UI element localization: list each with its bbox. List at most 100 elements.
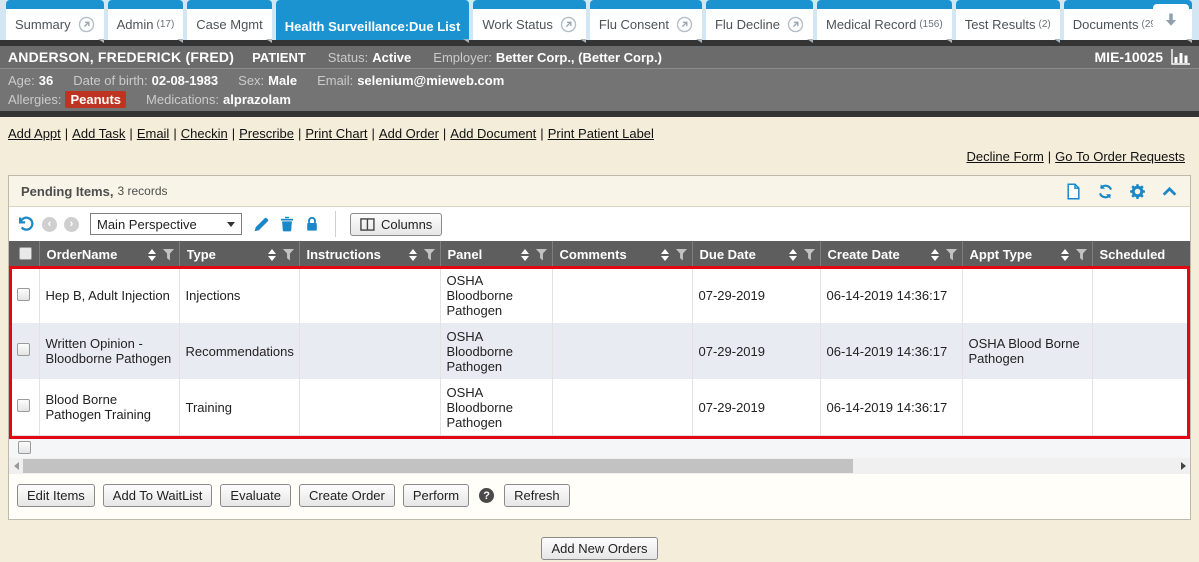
undo-icon[interactable]	[17, 215, 35, 233]
filter-funnel-icon[interactable]	[424, 249, 436, 261]
create-order-button[interactable]: Create Order	[299, 484, 395, 507]
link-add-appt[interactable]: Add Appt	[8, 126, 61, 141]
allergies-label: Allergies:	[8, 92, 61, 107]
popout-icon[interactable]	[787, 16, 804, 33]
filter-funnel-icon[interactable]	[676, 249, 688, 261]
columns-button[interactable]: Columns	[350, 213, 442, 236]
nav-forward-icon[interactable]: ›	[64, 217, 79, 232]
tab-case-mgmt[interactable]: Case Mgmt	[187, 0, 271, 40]
download-chart-button[interactable]	[1153, 4, 1189, 36]
scrollbar-track[interactable]	[23, 458, 1176, 474]
cell-scheduled	[1092, 268, 1190, 323]
panel-record-count: 3 records	[117, 184, 167, 198]
separator: |	[129, 126, 132, 141]
popout-icon[interactable]	[560, 16, 577, 33]
add-new-orders-button[interactable]: Add New Orders	[541, 537, 657, 560]
perspective-select[interactable]: Main Perspective	[90, 213, 242, 235]
link-add-task[interactable]: Add Task	[72, 126, 125, 141]
refresh-button[interactable]: Refresh	[504, 484, 570, 507]
refresh-icon[interactable]	[1097, 183, 1114, 200]
sort-icon[interactable]	[931, 249, 939, 261]
tab-test-results[interactable]: Test Results(2)	[956, 0, 1060, 40]
scrollbar-thumb[interactable]	[23, 459, 853, 473]
column-header: Appt Type	[970, 247, 1057, 262]
tab-work-status[interactable]: Work Status	[473, 0, 586, 40]
tab-admin[interactable]: Admin(17)	[108, 0, 184, 40]
sort-icon[interactable]	[268, 249, 276, 261]
tab-cap	[956, 0, 1060, 9]
table-row[interactable]: Written Opinion - Bloodborne Pathogen Re…	[9, 323, 1190, 379]
link-prescribe[interactable]: Prescribe	[239, 126, 294, 141]
select-all-checkbox[interactable]	[19, 247, 32, 260]
filter-funnel-icon[interactable]	[804, 249, 816, 261]
delete-trash-icon[interactable]	[279, 216, 295, 233]
scroll-left-arrow[interactable]	[9, 462, 23, 470]
link-go-to-order-requests[interactable]: Go To Order Requests	[1055, 149, 1185, 164]
tab-cap	[108, 0, 184, 9]
sort-icon[interactable]	[409, 249, 417, 261]
cell-due-date: 07-29-2019	[692, 379, 820, 435]
link-email[interactable]: Email	[137, 126, 170, 141]
popout-icon[interactable]	[78, 16, 95, 33]
age-label: Age:	[8, 73, 35, 88]
sort-icon[interactable]	[789, 249, 797, 261]
table-row[interactable]: Blood Borne Pathogen Training Training O…	[9, 379, 1190, 435]
columns-button-label: Columns	[381, 217, 432, 232]
cell-panel: OSHA Bloodborne Pathogen	[440, 379, 552, 435]
tab-flu-decline[interactable]: Flu Decline	[706, 0, 813, 40]
column-header: Type	[187, 247, 264, 262]
tab-label: Test Results	[965, 17, 1036, 32]
lock-icon[interactable]	[304, 216, 320, 233]
popout-icon[interactable]	[676, 16, 693, 33]
table-row[interactable]: Hep B, Adult Injection Injections OSHA B…	[9, 268, 1190, 323]
cell-appt-type	[962, 379, 1092, 435]
nav-back-icon[interactable]: ‹	[42, 217, 57, 232]
collapse-chevron-icon[interactable]	[1161, 183, 1178, 200]
link-add-order[interactable]: Add Order	[379, 126, 439, 141]
cell-order-name: Blood Borne Pathogen Training	[39, 379, 179, 435]
sort-icon[interactable]	[661, 249, 669, 261]
column-header: Due Date	[700, 247, 785, 262]
chart-id: MIE-10025	[1095, 49, 1163, 65]
edit-items-button[interactable]: Edit Items	[17, 484, 95, 507]
row-checkbox[interactable]	[17, 288, 30, 301]
footer-checkbox[interactable]	[18, 441, 31, 454]
sort-icon[interactable]	[521, 249, 529, 261]
scroll-right-arrow[interactable]	[1176, 462, 1190, 470]
sort-icon[interactable]	[1061, 249, 1069, 261]
allergy-badge[interactable]: Peanuts	[65, 91, 126, 108]
email-value: selenium@mieweb.com	[357, 73, 504, 88]
row-checkbox[interactable]	[17, 399, 30, 412]
link-add-document[interactable]: Add Document	[450, 126, 536, 141]
filter-funnel-icon[interactable]	[163, 249, 175, 261]
main-content: Add Appt|Add Task|Email|Checkin|Prescrib…	[0, 117, 1199, 560]
filter-funnel-icon[interactable]	[1076, 249, 1088, 261]
table-header-row: OrderName Type Instructions Panel Commen…	[9, 241, 1190, 268]
perform-button[interactable]: Perform	[403, 484, 469, 507]
gear-icon[interactable]	[1129, 183, 1146, 200]
cell-panel: OSHA Bloodborne Pathogen	[440, 268, 552, 323]
bar-chart-icon[interactable]	[1171, 49, 1191, 65]
status-label: Status:	[328, 50, 368, 65]
separator: |	[298, 126, 301, 141]
filter-funnel-icon[interactable]	[283, 249, 295, 261]
tab-summary[interactable]: Summary	[6, 0, 104, 40]
new-document-icon[interactable]	[1065, 183, 1082, 200]
link-print-chart[interactable]: Print Chart	[305, 126, 367, 141]
link-decline-form[interactable]: Decline Form	[966, 149, 1043, 164]
help-icon[interactable]: ?	[479, 488, 494, 503]
filter-funnel-icon[interactable]	[536, 249, 548, 261]
tab-label: Flu Decline	[715, 17, 780, 32]
row-checkbox[interactable]	[17, 343, 30, 356]
evaluate-button[interactable]: Evaluate	[220, 484, 291, 507]
link-checkin[interactable]: Checkin	[181, 126, 228, 141]
add-to-waitlist-button[interactable]: Add To WaitList	[103, 484, 213, 507]
tab-label: Admin	[117, 17, 154, 32]
tab-medical-record[interactable]: Medical Record(156)	[817, 0, 952, 40]
tab-flu-consent[interactable]: Flu Consent	[590, 0, 702, 40]
sort-icon[interactable]	[148, 249, 156, 261]
tab-health-surveillance-due-list[interactable]: Health Surveillance:Due List	[276, 0, 470, 40]
edit-pencil-icon[interactable]	[253, 216, 270, 233]
link-print-patient-label[interactable]: Print Patient Label	[548, 126, 654, 141]
filter-funnel-icon[interactable]	[946, 249, 958, 261]
